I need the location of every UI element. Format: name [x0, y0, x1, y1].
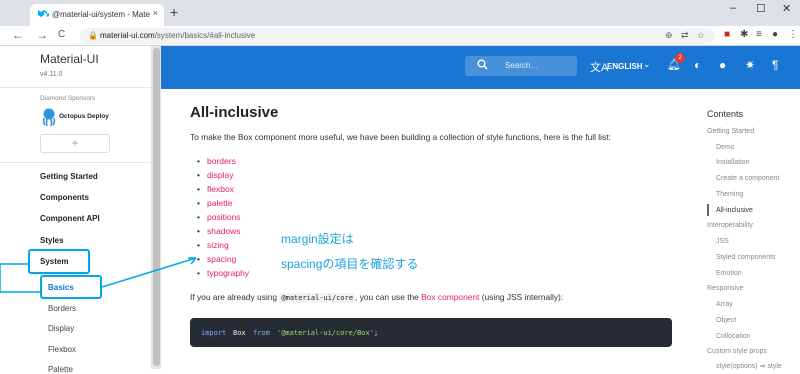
code-block: import Box from '@material-ui/core/Box' … [190, 318, 672, 347]
toc-item[interactable]: Responsive [707, 285, 744, 292]
sidebar-divider [0, 162, 152, 163]
browser-menu-icon[interactable]: ⋮ [788, 29, 798, 40]
translate-icon[interactable]: 文A [590, 59, 608, 75]
address-bar[interactable]: 🔒 material-ui.com/system/basics/#all-inc… [80, 28, 715, 44]
browser-tab-bar: @material-ui/system - Material-UI × + – … [0, 0, 800, 26]
code-semicolon: ; [374, 329, 379, 337]
extensions-puzzle-icon[interactable]: ✱ [740, 29, 748, 40]
lock-icon: 🔒 [88, 31, 98, 40]
nav-borders[interactable]: Borders [48, 304, 76, 313]
annotation-line-2: spacingの項目を確認する [281, 257, 419, 271]
version-label[interactable]: v4.11.0 [40, 71, 62, 78]
usage-text: If you are already using [190, 292, 280, 302]
url-path: /system/basics/#all-inclusive [154, 31, 256, 40]
close-window-icon[interactable]: ✕ [782, 2, 791, 15]
close-tab-icon[interactable]: × [153, 8, 158, 18]
usage-paragraph: If you are already using @material-ui/co… [190, 292, 564, 303]
browser-toolbar: ← → C 🔒 material-ui.com/system/basics/#a… [0, 26, 800, 46]
nav-flexbox[interactable]: Flexbox [48, 345, 76, 354]
url-text: material-ui.com/system/basics/#all-inclu… [100, 31, 255, 40]
toc-item[interactable]: Installation [716, 159, 749, 166]
toc-active-indicator [707, 204, 709, 216]
toc-item-active[interactable]: All-inclusive [716, 207, 753, 214]
translate-icon[interactable]: ⇄ [681, 30, 689, 41]
notification-badge: 2 [675, 53, 685, 63]
code-identifier: Box [233, 329, 246, 337]
bookmark-star-icon[interactable]: ☆ [697, 30, 705, 41]
usage-text: (using JSS internally): [479, 292, 564, 302]
search-box[interactable]: Search… [465, 56, 577, 76]
code-string: '@material-ui/core/Box' [277, 329, 374, 337]
toc-item[interactable]: Emotion [716, 270, 742, 277]
sidebar-scrollbar-thumb[interactable] [153, 48, 160, 366]
nav-component-api[interactable]: Component API [40, 214, 100, 223]
reading-list-icon[interactable]: ≡ [756, 29, 762, 40]
language-selector[interactable]: ENGLISH [607, 62, 643, 71]
nav-styles[interactable]: Styles [40, 236, 64, 245]
nav-display[interactable]: Display [48, 324, 74, 333]
code-keyword: import [201, 329, 227, 337]
forward-icon[interactable]: → [36, 28, 48, 42]
reload-icon[interactable]: C [58, 29, 65, 40]
toc-title: Contents [707, 109, 744, 119]
usage-text: , you can use the [355, 292, 422, 302]
nav-getting-started[interactable]: Getting Started [40, 172, 98, 181]
box-component-link[interactable]: Box component [421, 292, 479, 302]
search-icon [477, 59, 488, 70]
theme-toggle-icon[interactable]: ◐ [694, 58, 701, 72]
toc-item[interactable]: Object [716, 317, 736, 324]
chevron-down-icon[interactable]: ⌄ [643, 59, 651, 70]
annotation-line-1: margin設定は [281, 232, 354, 246]
octopus-deploy-logo-icon[interactable] [42, 108, 56, 126]
extension-icon[interactable]: ■ [724, 29, 730, 40]
zoom-icon[interactable]: ⊕ [665, 30, 673, 41]
sidebar-divider [0, 87, 152, 88]
toc-item[interactable]: Theming [716, 191, 743, 198]
new-tab-button[interactable]: + [170, 4, 178, 20]
settings-icon[interactable]: ✷ [745, 58, 755, 72]
toc-item[interactable]: Custom style props [707, 348, 767, 355]
nav-palette[interactable]: Palette [48, 365, 73, 374]
toc-item[interactable]: Interoperability [707, 222, 753, 229]
search-placeholder: Search… [505, 61, 539, 70]
toc-item[interactable]: Collocation [716, 333, 751, 340]
section-heading: All-inclusive [190, 104, 279, 121]
code-keyword: from [253, 329, 270, 337]
toc-item[interactable]: Styled components [716, 254, 776, 261]
github-icon[interactable]: ● [719, 58, 726, 72]
material-ui-favicon-icon [38, 10, 49, 17]
browser-tab[interactable]: @material-ui/system - Material-UI × [30, 4, 164, 26]
minimize-icon[interactable]: – [730, 2, 736, 14]
add-sponsor-button[interactable]: + [40, 134, 110, 153]
back-icon[interactable]: ← [12, 28, 24, 42]
nav-components[interactable]: Components [40, 193, 89, 202]
maximize-icon[interactable]: ☐ [756, 2, 766, 15]
inline-code: @material-ui/core [279, 293, 356, 303]
toc-item[interactable]: Create a component [716, 175, 779, 182]
toc-item[interactable]: Demo [716, 144, 735, 151]
sponsors-heading: Diamond Sponsors [40, 95, 96, 102]
profile-icon[interactable]: ● [772, 29, 778, 40]
brand-title[interactable]: Material-UI [40, 52, 99, 66]
toc-item[interactable]: Getting Started [707, 128, 754, 135]
tab-title: @material-ui/system - Material-UI [52, 10, 150, 19]
toc-item[interactable]: Array [716, 301, 733, 308]
toc-item[interactable]: JSS [716, 238, 729, 245]
intro-paragraph: To make the Box component more useful, w… [190, 132, 611, 142]
sponsor-name[interactable]: Octopus Deploy [59, 113, 109, 120]
url-host: material-ui.com [100, 31, 155, 40]
direction-toggle-icon[interactable]: ¶ [772, 58, 778, 72]
